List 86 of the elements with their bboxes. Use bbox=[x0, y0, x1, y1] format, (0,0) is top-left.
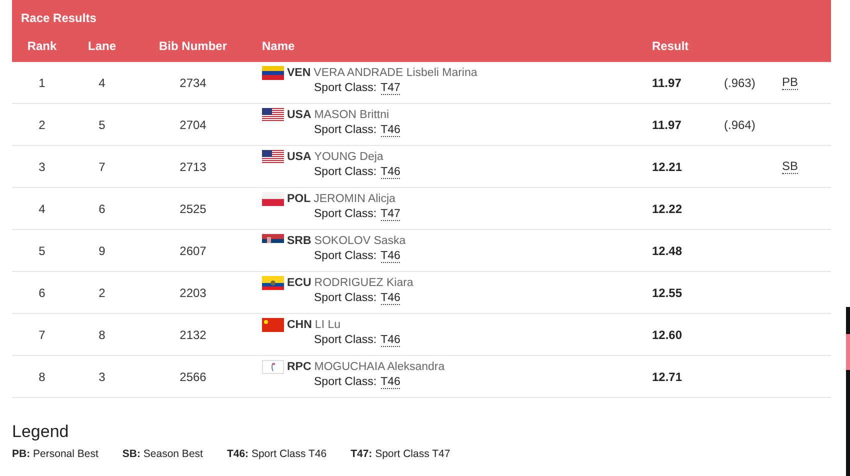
bib-cell: 2203 bbox=[180, 286, 206, 300]
result-cell-text: 12.48 bbox=[651, 244, 682, 258]
rank-cell: 6 bbox=[38, 286, 46, 300]
flag-icon bbox=[262, 192, 284, 206]
lane-cell: 8 bbox=[98, 328, 106, 342]
lane-cell: 3 bbox=[98, 370, 106, 384]
class-label: Sport Class: bbox=[314, 208, 377, 222]
sport-class: T47 bbox=[380, 82, 400, 96]
athlete-name: JEROMIN Alicja bbox=[314, 192, 396, 205]
lane-cell: 6 bbox=[98, 202, 106, 216]
bib-cell: 2734 bbox=[180, 76, 206, 90]
bib-cell: 2713 bbox=[180, 160, 206, 174]
lane-cell: 4 bbox=[98, 76, 106, 90]
result-cell-text: 11.97 bbox=[651, 118, 682, 132]
rank-cell: 3 bbox=[38, 160, 46, 174]
flag-icon bbox=[262, 360, 284, 374]
sport-class: T46 bbox=[380, 124, 400, 138]
country-code: POL bbox=[287, 192, 311, 205]
lane-cell: 7 bbox=[98, 160, 106, 174]
flag-icon bbox=[262, 318, 284, 332]
class-label: Sport Class: bbox=[314, 292, 377, 306]
bib-cell: 2566 bbox=[180, 370, 206, 384]
sport-class: T46 bbox=[380, 166, 400, 180]
flag-icon bbox=[262, 66, 284, 80]
flag-icon bbox=[262, 150, 284, 164]
bib-cell: 2704 bbox=[180, 118, 206, 132]
country-code: VEN bbox=[287, 66, 311, 79]
class-label: Sport Class: bbox=[314, 250, 377, 264]
class-label: Sport Class: bbox=[314, 376, 377, 390]
country-code: RPC bbox=[287, 360, 312, 373]
legend-title: Legend bbox=[12, 422, 70, 442]
lane-cell: 9 bbox=[98, 244, 106, 258]
bib-cell: 2525 bbox=[180, 202, 206, 216]
result-cell-text: 12.71 bbox=[651, 370, 682, 384]
result-cell-text: 11.97 bbox=[651, 76, 682, 90]
athlete-name: MASON Brittni bbox=[314, 108, 390, 121]
tiebreak-time: (.963) bbox=[724, 76, 756, 90]
class-label: Sport Class: bbox=[314, 334, 377, 348]
class-label: Sport Class: bbox=[314, 166, 377, 180]
class-label: Sport Class: bbox=[314, 82, 377, 96]
rank-cell: 5 bbox=[38, 244, 46, 258]
country-code: USA bbox=[287, 150, 312, 163]
record-mark: PB bbox=[782, 75, 798, 90]
athlete-name: LI Lu bbox=[314, 318, 340, 331]
flag-icon bbox=[262, 276, 284, 290]
result-cell-text: 12.60 bbox=[651, 328, 682, 342]
column-header: Rank bbox=[27, 39, 57, 53]
legend-item: T47: Sport Class T47 bbox=[350, 448, 450, 460]
rank-cell: 1 bbox=[38, 76, 46, 90]
rank-cell: 7 bbox=[38, 328, 46, 342]
athlete-name: RODRIGUEZ Kiara bbox=[314, 276, 414, 289]
class-label: Sport Class: bbox=[314, 124, 377, 138]
rank-cell: 4 bbox=[38, 202, 46, 216]
column-header: Result bbox=[651, 39, 689, 53]
result-cell-text: 12.55 bbox=[651, 286, 682, 300]
column-header: Lane bbox=[88, 39, 116, 53]
legend-item: PB: Personal Best bbox=[12, 448, 98, 460]
sport-class: T46 bbox=[380, 376, 400, 390]
column-header: Bib Number bbox=[158, 39, 227, 53]
country-code: CHN bbox=[287, 318, 312, 331]
bib-cell: 2607 bbox=[180, 244, 206, 258]
sport-class: T46 bbox=[380, 334, 400, 348]
country-code: ECU bbox=[287, 276, 312, 289]
record-mark: SB bbox=[782, 159, 798, 174]
lane-cell: 2 bbox=[98, 286, 106, 300]
column-header: Name bbox=[261, 39, 295, 53]
rank-cell: 8 bbox=[38, 370, 46, 384]
sport-class: T47 bbox=[380, 208, 400, 222]
athlete-name: MOGUCHAIA Aleksandra bbox=[314, 360, 445, 373]
legend-item: T46: Sport Class T46 bbox=[226, 448, 327, 460]
sport-class: T46 bbox=[380, 292, 400, 306]
result-cell-text: 12.22 bbox=[651, 202, 682, 216]
lane-cell: 5 bbox=[98, 118, 106, 132]
athlete-name: YOUNG Deja bbox=[314, 150, 384, 163]
athlete-name: SOKOLOV Saska bbox=[314, 234, 406, 247]
panel-title: Race Results bbox=[20, 10, 98, 27]
tiebreak-time: (.964) bbox=[724, 118, 756, 132]
flag-icon bbox=[262, 108, 284, 122]
rank-cell: 2 bbox=[38, 118, 46, 132]
country-code: SRB bbox=[287, 234, 312, 247]
bib-cell: 2132 bbox=[180, 328, 206, 342]
result-cell-text: 12.21 bbox=[651, 160, 682, 174]
athlete-name: VERA ANDRADE Lisbeli Marina bbox=[314, 66, 478, 79]
sport-class: T46 bbox=[380, 250, 400, 264]
country-code: USA bbox=[287, 108, 312, 121]
legend-item: SB: Season Best bbox=[122, 448, 203, 460]
